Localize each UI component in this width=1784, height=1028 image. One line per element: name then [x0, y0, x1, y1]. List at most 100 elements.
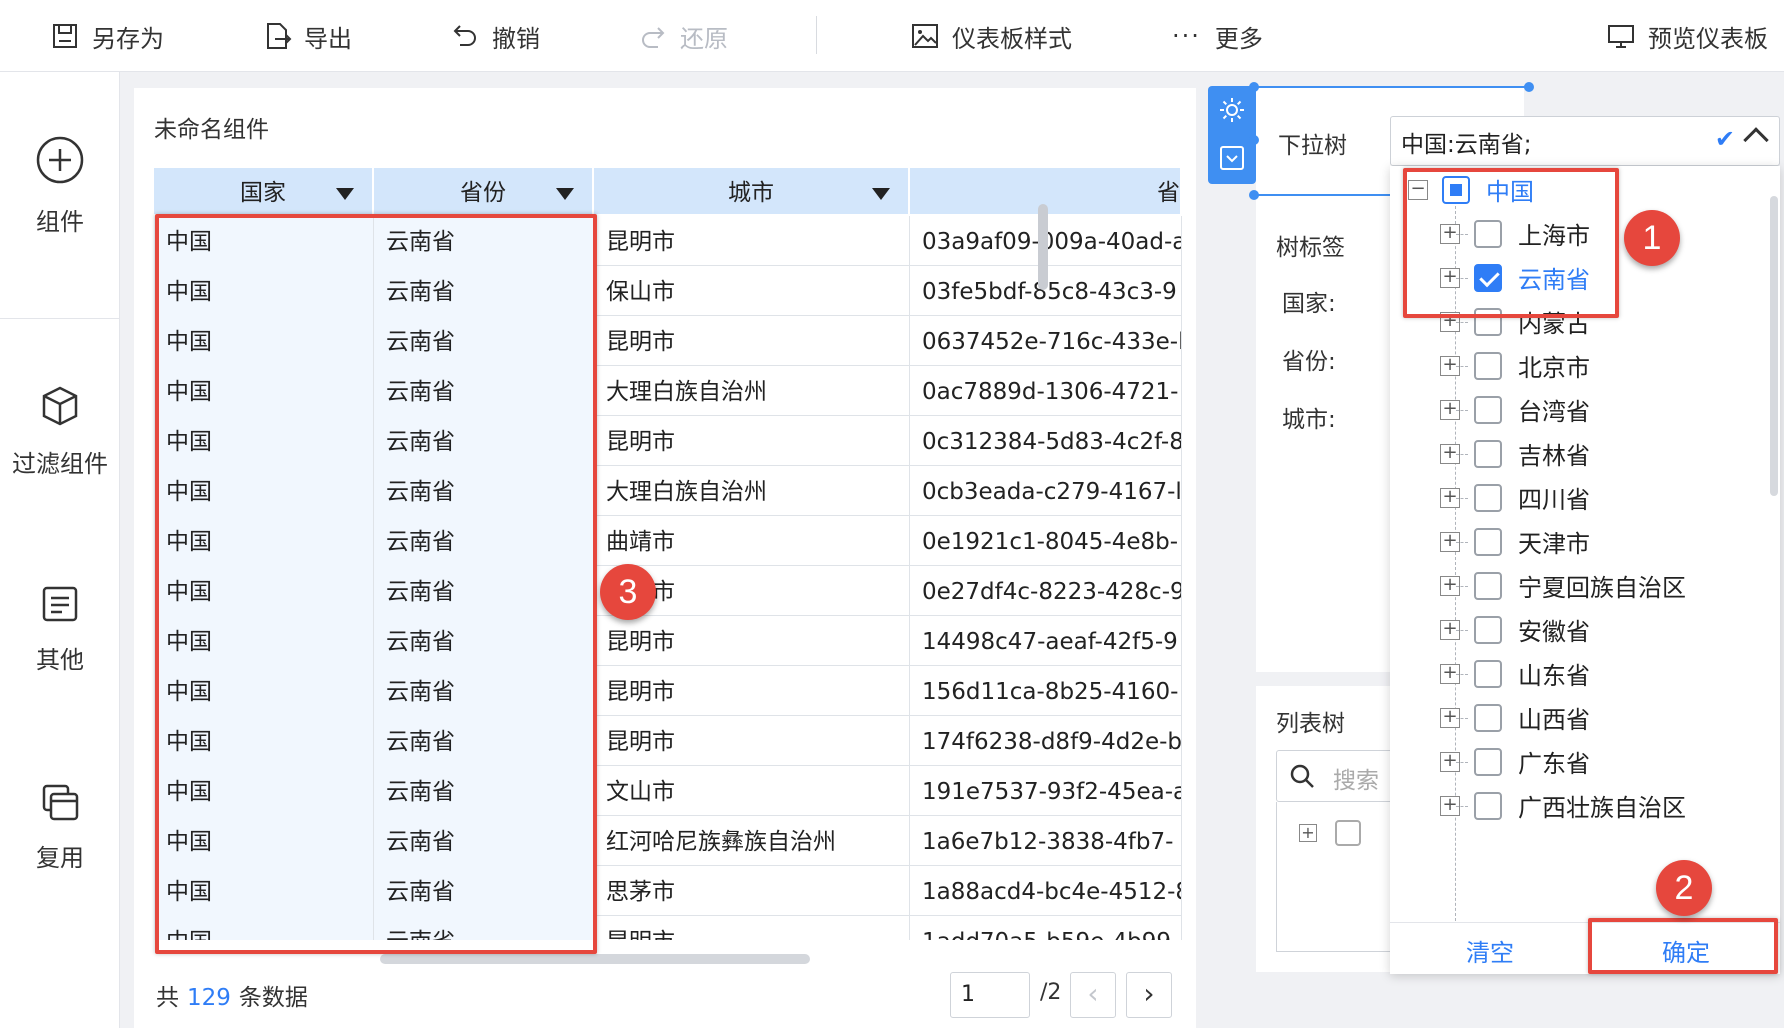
tree-checkbox[interactable]: [1474, 396, 1502, 424]
redo-button[interactable]: 还原: [638, 16, 728, 56]
export-label: 导出: [304, 24, 352, 53]
sidebar-item-label: 其他: [36, 646, 84, 674]
monitor-icon: [1608, 25, 1634, 48]
sidebar-item-other[interactable]: 其他: [0, 584, 120, 675]
table-cell: 156d11ca-8b25-4160-: [910, 666, 1182, 716]
table-header: 国家 省份 城市 省: [154, 168, 1182, 214]
table-cell: 文山市: [594, 766, 910, 816]
annotation-badge-1: 1: [1624, 210, 1680, 266]
sidebar-item-filter[interactable]: 过滤组件: [0, 384, 120, 479]
sidebar-item-components[interactable]: 组件: [0, 134, 120, 237]
tree-checkbox[interactable]: [1474, 484, 1502, 512]
next-page-button[interactable]: ›: [1126, 972, 1172, 1018]
tree-item-label: 宁夏回族自治区: [1518, 574, 1686, 602]
tree-guide-line: [1456, 718, 1468, 719]
tree-item[interactable]: + 安徽省: [1390, 608, 1770, 652]
tree-checkbox[interactable]: [1474, 748, 1502, 776]
tree-item[interactable]: + 台湾省: [1390, 388, 1770, 432]
tree-checkbox[interactable]: [1474, 352, 1502, 380]
table-cell: 0e1921c1-8045-4e8b-: [910, 516, 1182, 566]
tree-item-label: 山东省: [1518, 662, 1590, 690]
resize-handle[interactable]: [1249, 190, 1259, 200]
collapse-icon[interactable]: [1218, 144, 1246, 172]
gear-icon[interactable]: [1218, 96, 1246, 124]
resize-handle[interactable]: [1249, 82, 1259, 92]
undo-label: 撤销: [492, 24, 540, 53]
list-tree-search[interactable]: 搜索: [1276, 750, 1398, 802]
tree-checkbox[interactable]: [1474, 660, 1502, 688]
check-icon: ✔: [1714, 125, 1735, 153]
undo-icon: [453, 25, 476, 46]
sort-dropdown-icon[interactable]: [336, 188, 354, 200]
table-cell: 1a6e7b12-3838-4fb7-: [910, 816, 1182, 866]
tree-item[interactable]: + 吉林省: [1390, 432, 1770, 476]
sort-dropdown-icon[interactable]: [872, 188, 890, 200]
save-as-button[interactable]: 另存为: [50, 16, 164, 56]
tree-checkbox[interactable]: [1474, 616, 1502, 644]
sort-dropdown-icon[interactable]: [556, 188, 574, 200]
widget-title[interactable]: 未命名组件: [154, 110, 269, 144]
column-header-city[interactable]: 城市: [594, 168, 910, 214]
dropdown-tree-select[interactable]: 中国:云南省; ✔: [1390, 116, 1780, 166]
tree-guide-line: [1456, 762, 1468, 763]
tree-item[interactable]: + 山西省: [1390, 696, 1770, 740]
clear-button[interactable]: 清空: [1466, 933, 1514, 968]
column-header-country[interactable]: 国家: [154, 168, 374, 214]
more-icon: ···: [1172, 22, 1201, 50]
table-cell: 0e27df4c-8223-428c-9: [910, 566, 1182, 616]
preview-dashboard-button[interactable]: 预览仪表板: [1606, 16, 1768, 56]
highlight-box-3: [155, 214, 597, 954]
tree-checkbox[interactable]: [1474, 528, 1502, 556]
tree-checkbox[interactable]: [1474, 572, 1502, 600]
export-button[interactable]: 导出: [262, 16, 352, 56]
list-tree-box: +: [1276, 802, 1398, 952]
tree-item[interactable]: + 天津市: [1390, 520, 1770, 564]
tree-guide-line: [1456, 454, 1468, 455]
sidebar-item-reuse[interactable]: 复用: [0, 782, 120, 873]
redo-label: 还原: [680, 24, 728, 53]
table-cell: 1add70a5-b59e-4b99-: [910, 916, 1182, 940]
tree-item[interactable]: + 广西壮族自治区: [1390, 784, 1770, 828]
prev-page-button[interactable]: ‹: [1070, 972, 1116, 1018]
table-cell: 大理白族自治州: [594, 366, 910, 416]
plus-circle-icon: [36, 136, 84, 184]
tree-item-label: 广东省: [1518, 750, 1590, 778]
horizontal-scrollbar[interactable]: [380, 954, 810, 964]
page-input[interactable]: 1: [950, 972, 1030, 1018]
table-cell: 曲靖市: [594, 516, 910, 566]
country-label: 国家:: [1282, 291, 1336, 317]
dashboard-style-button[interactable]: 仪表板样式: [910, 16, 1072, 56]
export-icon: [267, 23, 292, 49]
document-icon: [42, 586, 78, 622]
table-cell: 0ac7889d-1306-4721-: [910, 366, 1182, 416]
table-cell: 14498c47-aeaf-42f5-9: [910, 616, 1182, 666]
tree-checkbox[interactable]: [1474, 792, 1502, 820]
vertical-scrollbar[interactable]: [1038, 204, 1048, 290]
table-cell: 昆明市: [594, 666, 910, 716]
resize-handle[interactable]: [1249, 135, 1259, 145]
tree-checkbox[interactable]: [1335, 820, 1361, 846]
annotation-badge-3: 3: [600, 564, 656, 620]
more-button[interactable]: ··· 更多: [1172, 16, 1263, 56]
tree-item[interactable]: + 广东省: [1390, 740, 1770, 784]
table-cell: 174f6238-d8f9-4d2e-b: [910, 716, 1182, 766]
dashboard-style-label: 仪表板样式: [952, 24, 1072, 53]
tree-item[interactable]: + 宁夏回族自治区: [1390, 564, 1770, 608]
undo-button[interactable]: 撤销: [450, 16, 540, 56]
expand-icon[interactable]: +: [1299, 824, 1317, 842]
tree-item[interactable]: + 北京市: [1390, 344, 1770, 388]
tree-item[interactable]: + 山东省: [1390, 652, 1770, 696]
tree-guide-line: [1456, 366, 1468, 367]
chevron-up-icon[interactable]: [1743, 127, 1769, 153]
column-header-province[interactable]: 省份: [374, 168, 594, 214]
resize-handle[interactable]: [1524, 82, 1534, 92]
tree-item[interactable]: + 四川省: [1390, 476, 1770, 520]
dropdown-scrollbar[interactable]: [1770, 196, 1778, 496]
table-cell: 红河哈尼族彝族自治州: [594, 816, 910, 866]
tree-checkbox[interactable]: [1474, 440, 1502, 468]
tree-item-label: 四川省: [1518, 486, 1590, 514]
tree-checkbox[interactable]: [1474, 704, 1502, 732]
highlight-box-1: [1403, 168, 1619, 318]
tree-guide-line: [1456, 542, 1468, 543]
palette-icon: [912, 24, 938, 48]
